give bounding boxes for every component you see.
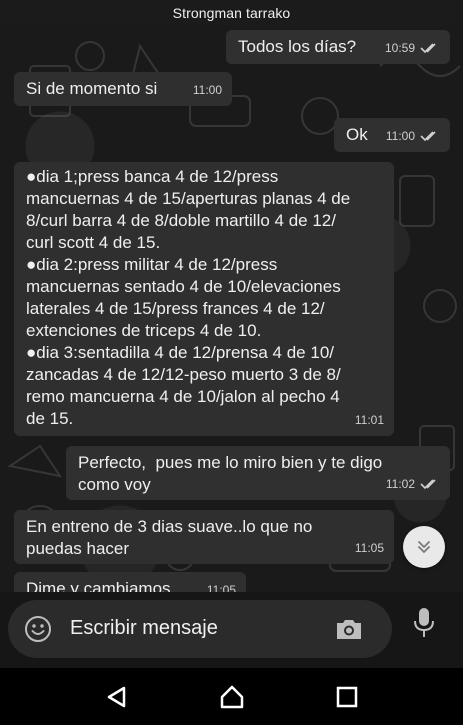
message-time: 11:00 — [192, 83, 222, 97]
message-meta: 11:02 — [386, 473, 440, 495]
message-bubble-outgoing[interactable]: Ok 11:00 — [334, 118, 450, 152]
message-meta: 11:05 — [355, 537, 384, 559]
message-text: En entreno de 3 dias suave..lo que no pu… — [26, 517, 313, 558]
message-bubble-outgoing[interactable]: Todos los días? 10:59 — [226, 30, 450, 64]
chat-header[interactable]: Strongman tarrako — [0, 0, 463, 26]
camera-icon[interactable] — [334, 617, 364, 641]
double-check-icon — [420, 479, 436, 490]
message-bubble-incoming[interactable]: ●dia 1;press banca 4 de 12/press mancuer… — [14, 162, 394, 436]
chevron-double-down-icon — [418, 541, 430, 554]
message-meta: 11:00 — [386, 125, 440, 147]
double-check-icon — [420, 43, 436, 54]
message-input-container[interactable]: Escribir mensaje — [8, 600, 392, 658]
message-meta: 11:00 — [193, 79, 222, 101]
message-meta: 11:01 — [355, 409, 384, 431]
double-check-icon — [420, 131, 436, 142]
message-time: 11:05 — [354, 541, 384, 555]
message-text: Dime y cambiamos — [26, 579, 171, 592]
message-input[interactable]: Escribir mensaje — [70, 617, 218, 640]
nav-home-icon[interactable] — [218, 683, 246, 711]
nav-recents-icon[interactable] — [335, 685, 359, 709]
contact-name[interactable]: Strongman tarrako — [173, 5, 291, 21]
message-bubble-incoming[interactable]: Dime y cambiamos 11:05 — [14, 572, 246, 592]
message-bubble-incoming[interactable]: En entreno de 3 dias suave..lo que no pu… — [14, 510, 394, 564]
message-time: 11:01 — [354, 413, 384, 427]
message-meta: 10:59 — [385, 37, 440, 59]
message-text: ●dia 1;press banca 4 de 12/press mancuer… — [26, 167, 351, 428]
message-time: 10:59 — [384, 41, 415, 55]
message-time: 11:00 — [385, 129, 415, 143]
message-time: 11:05 — [206, 583, 236, 592]
message-composer: Escribir mensaje — [0, 592, 463, 668]
message-bubble-outgoing[interactable]: Perfecto, pues me lo miro bien y te digo… — [66, 446, 450, 500]
message-time: 11:02 — [385, 477, 415, 491]
chat-area[interactable]: Todos los días? 10:59 Si de momento si 1… — [0, 26, 463, 592]
message-bubble-incoming[interactable]: Si de momento si 11:00 — [14, 72, 232, 106]
nav-back-icon[interactable] — [104, 684, 130, 710]
android-navigation-bar — [0, 668, 463, 725]
message-meta: 11:05 — [207, 579, 236, 592]
scroll-to-bottom-button[interactable] — [403, 526, 445, 568]
microphone-icon[interactable] — [411, 606, 437, 640]
emoji-icon[interactable] — [24, 615, 52, 643]
